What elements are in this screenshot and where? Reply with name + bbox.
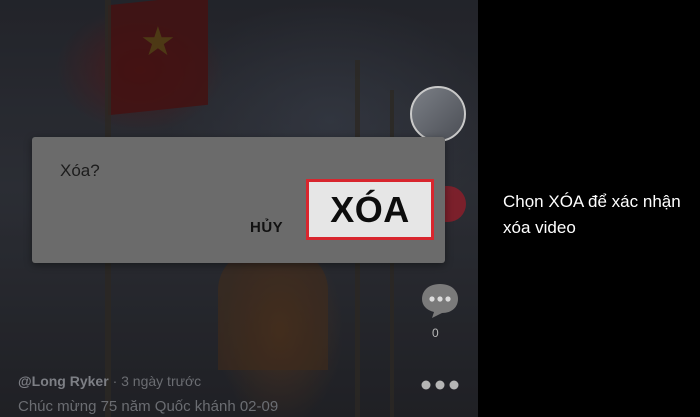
avatar[interactable] xyxy=(410,86,466,142)
delete-confirm-dialog: Xóa? HỦY XÓA xyxy=(32,137,445,263)
dialog-title: Xóa? xyxy=(60,161,100,180)
author-name[interactable]: @Long Ryker xyxy=(18,373,109,389)
comment-icon[interactable] xyxy=(418,280,462,320)
more-icon[interactable] xyxy=(418,378,462,392)
instruction-text: Chọn XÓA để xác nhận xóa video xyxy=(503,192,681,237)
cancel-button[interactable]: HỦY xyxy=(250,219,283,236)
comment-count: 0 xyxy=(432,326,439,340)
video-author[interactable]: @Long Ryker · 3 ngày trước xyxy=(18,373,201,389)
post-time-text: 3 ngày trước xyxy=(121,373,202,389)
post-time: · 3 ngày trước xyxy=(112,373,202,389)
video-caption: Chúc mừng 75 năm Quốc khánh 02-09 xyxy=(18,398,279,415)
delete-button-label: XÓA xyxy=(330,188,410,230)
video-screen: ★ 0 @Long Ryker · 3 ngày trước Chúc mừng… xyxy=(0,0,478,417)
delete-button[interactable]: XÓA xyxy=(306,179,434,240)
